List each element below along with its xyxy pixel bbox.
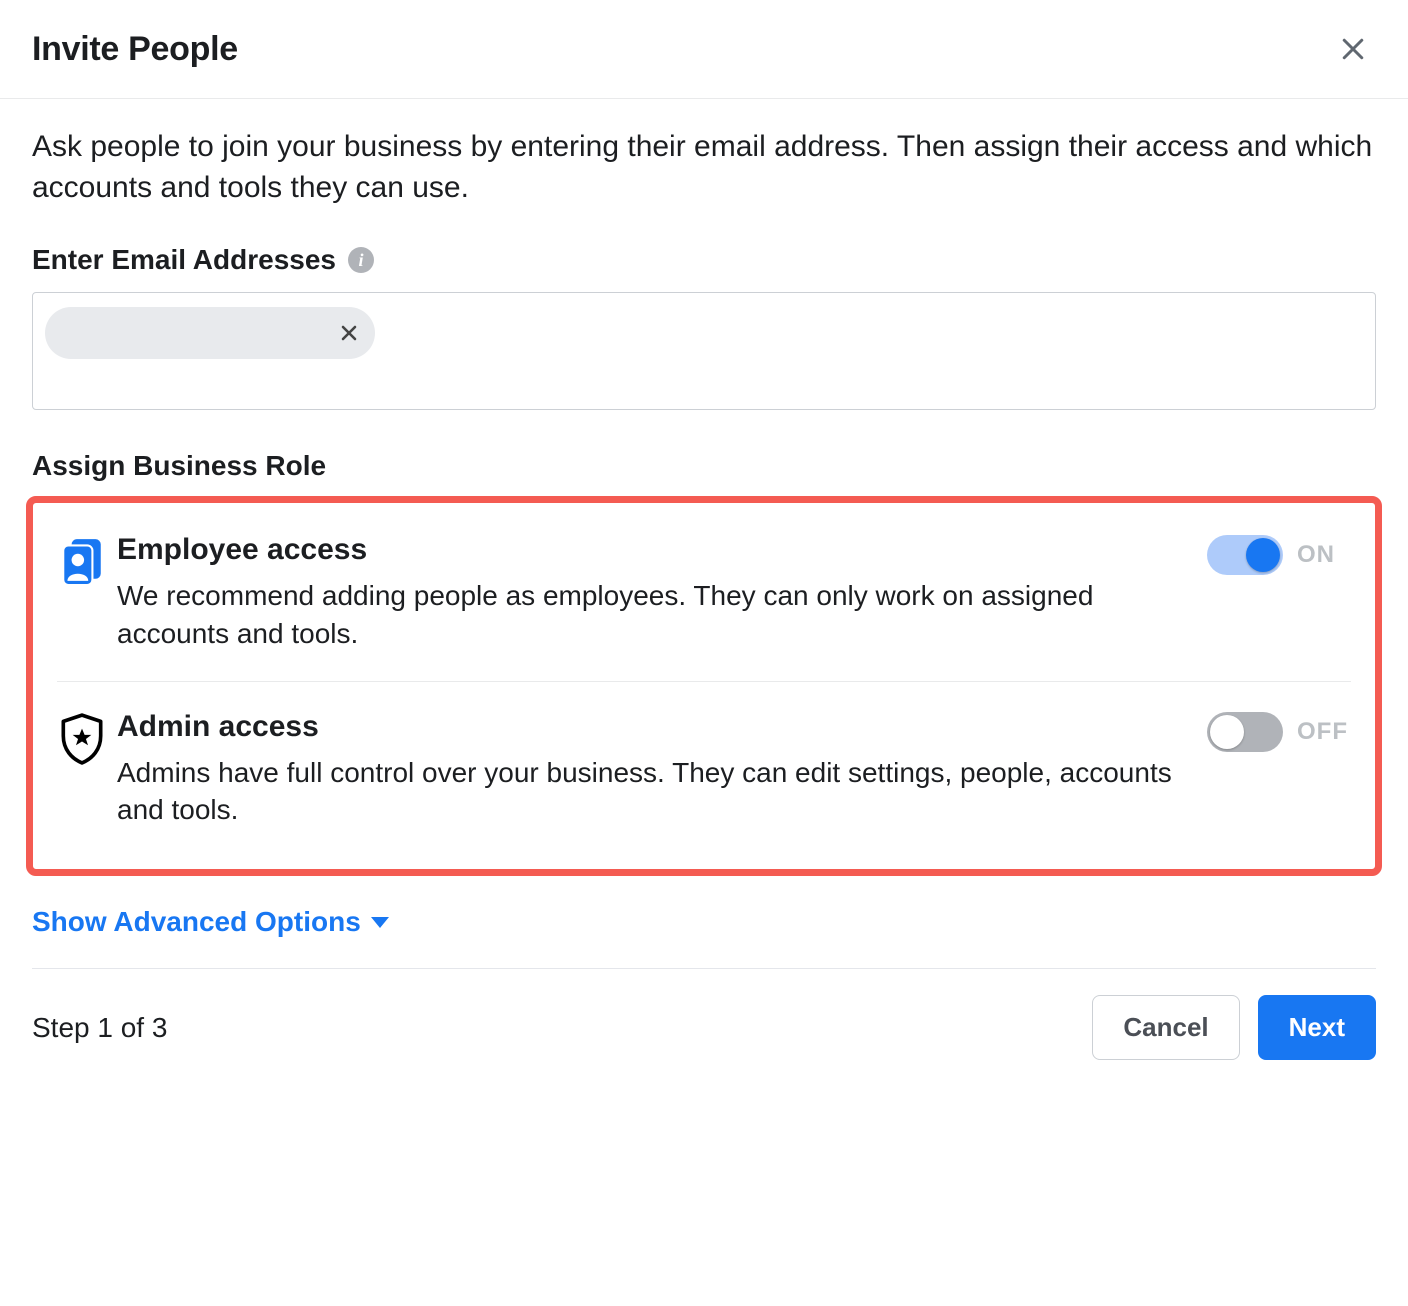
- employee-icon: [57, 533, 117, 590]
- employee-toggle[interactable]: [1207, 535, 1283, 575]
- dialog-header: Invite People: [0, 0, 1408, 99]
- invite-people-dialog: Invite People Ask people to join your bu…: [0, 0, 1408, 1080]
- chip-remove-button[interactable]: [333, 317, 365, 349]
- admin-title: Admin access: [117, 710, 1187, 744]
- toggle-knob: [1210, 715, 1244, 749]
- role-item-employee: Employee access We recommend adding peop…: [57, 527, 1351, 681]
- email-input-box[interactable]: [32, 292, 1376, 410]
- footer-buttons: Cancel Next: [1092, 995, 1376, 1060]
- role-item-admin: Admin access Admins have full control ov…: [57, 681, 1351, 858]
- admin-icon: [57, 710, 117, 771]
- close-icon: [1338, 34, 1368, 64]
- caret-down-icon: [371, 917, 389, 928]
- info-icon[interactable]: i: [348, 247, 374, 273]
- intro-text: Ask people to join your business by ente…: [32, 127, 1376, 208]
- admin-description: Admins have full control over your busin…: [117, 754, 1187, 830]
- admin-toggle[interactable]: [1207, 712, 1283, 752]
- remove-icon: [337, 321, 361, 345]
- dialog-footer: Step 1 of 3 Cancel Next: [0, 969, 1408, 1060]
- admin-toggle-label: OFF: [1297, 718, 1351, 746]
- next-button[interactable]: Next: [1258, 995, 1376, 1060]
- show-advanced-options-link[interactable]: Show Advanced Options: [32, 900, 389, 968]
- dialog-title: Invite People: [32, 30, 238, 69]
- toggle-knob: [1246, 538, 1280, 572]
- role-section-title: Assign Business Role: [32, 450, 1376, 482]
- employee-title: Employee access: [117, 533, 1187, 567]
- dialog-body: Ask people to join your business by ente…: [0, 99, 1408, 968]
- close-button[interactable]: [1330, 26, 1376, 72]
- role-highlight-box: Employee access We recommend adding peop…: [26, 496, 1382, 876]
- employee-text: Employee access We recommend adding peop…: [117, 533, 1207, 653]
- advanced-link-text: Show Advanced Options: [32, 906, 361, 938]
- cancel-button[interactable]: Cancel: [1092, 995, 1239, 1060]
- email-chip[interactable]: [45, 307, 375, 359]
- admin-toggle-wrap: OFF: [1207, 710, 1351, 752]
- step-indicator: Step 1 of 3: [32, 1012, 167, 1044]
- admin-text: Admin access Admins have full control ov…: [117, 710, 1207, 830]
- employee-toggle-label: ON: [1297, 541, 1351, 569]
- email-label-text: Enter Email Addresses: [32, 244, 336, 276]
- email-section-label: Enter Email Addresses i: [32, 244, 1376, 276]
- employee-toggle-wrap: ON: [1207, 533, 1351, 575]
- employee-description: We recommend adding people as employees.…: [117, 577, 1187, 653]
